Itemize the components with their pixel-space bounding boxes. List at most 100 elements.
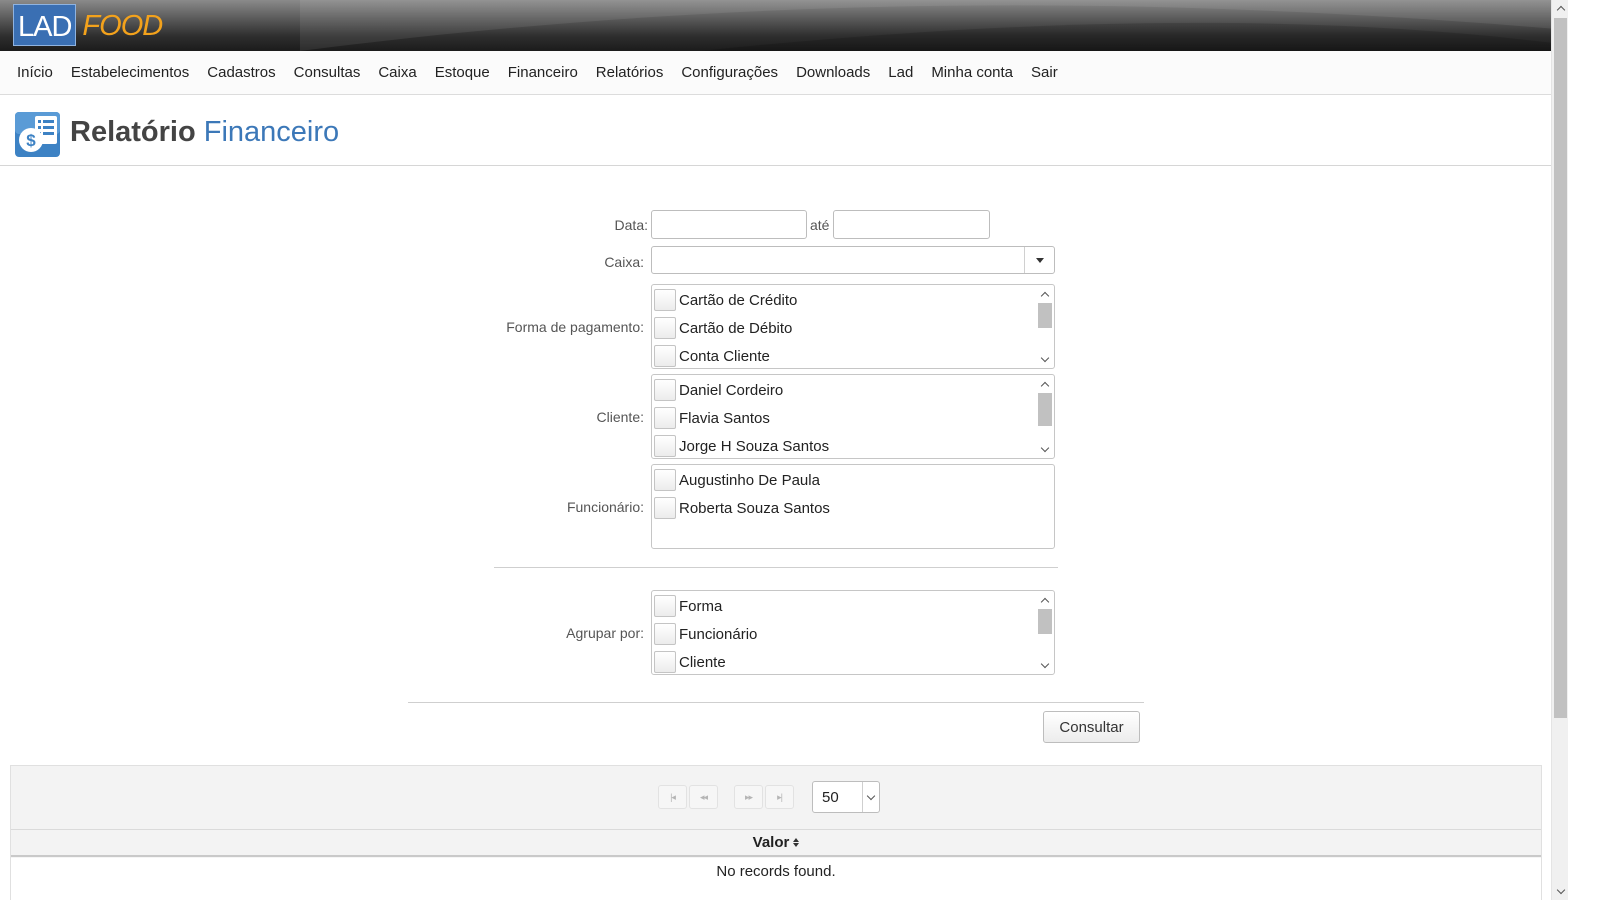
list-item[interactable]: Flavia Santos	[654, 406, 770, 430]
list-item[interactable]: Forma	[654, 594, 722, 618]
list-item[interactable]: Funcionário	[654, 622, 757, 646]
chevron-down-icon[interactable]	[1024, 247, 1054, 273]
sort-icon[interactable]	[793, 838, 800, 847]
agrupar-item-label: Cliente	[679, 653, 726, 671]
list-item[interactable]: Roberta Souza Santos	[654, 496, 830, 520]
menu-item-configuracoes[interactable]: Configurações	[672, 51, 787, 95]
checkbox[interactable]	[654, 435, 676, 457]
menu-item-consultas[interactable]: Consultas	[285, 51, 370, 95]
cliente-label: Cliente:	[596, 409, 644, 425]
menu-item-inicio[interactable]: Início	[8, 51, 62, 95]
checkbox[interactable]	[654, 497, 676, 519]
logo-lad: LAD	[13, 4, 77, 46]
prev-page-icon[interactable]: ◂◂	[689, 785, 718, 809]
rows-per-page-select[interactable]: 50	[812, 781, 880, 813]
scroll-down-icon[interactable]	[1037, 657, 1053, 673]
form-divider	[494, 567, 1058, 568]
scroll-down-icon[interactable]	[1037, 441, 1053, 457]
agrupar-item-label: Funcionário	[679, 625, 758, 643]
checkbox[interactable]	[654, 651, 676, 673]
forma-scrollbar[interactable]	[1037, 286, 1053, 367]
page-scrollbar[interactable]	[1551, 0, 1568, 900]
menu-item-cadastros[interactable]: Cadastros	[198, 51, 284, 95]
scroll-thumb[interactable]	[1038, 393, 1052, 426]
menu-item-minha-conta[interactable]: Minha conta	[922, 51, 1022, 95]
scroll-up-icon[interactable]	[1037, 286, 1053, 302]
cliente-listbox[interactable]: Daniel Cordeiro Flavia Santos Jorge H So…	[651, 374, 1055, 459]
menu-item-relatorios[interactable]: Relatórios	[587, 51, 673, 95]
money-report-icon: $	[15, 112, 60, 157]
scroll-down-icon[interactable]	[1552, 883, 1569, 900]
agrupar-listbox[interactable]: Forma Funcionário Cliente	[651, 590, 1055, 675]
checkbox[interactable]	[654, 595, 676, 617]
data-from-input[interactable]	[651, 210, 807, 239]
cliente-scrollbar[interactable]	[1037, 376, 1053, 457]
page-title-accent: Financeiro	[203, 116, 340, 148]
forma-item-label: Conta Cliente	[679, 347, 770, 365]
list-item[interactable]: Cartão de Débito	[654, 316, 792, 340]
column-header-valor[interactable]: Valor	[11, 829, 1541, 857]
consultar-button[interactable]: Consultar	[1043, 711, 1140, 743]
list-item[interactable]: Augustinho De Paula	[654, 468, 820, 492]
list-item[interactable]: Cartão de Crédito	[654, 288, 797, 312]
forma-listbox[interactable]: Cartão de Crédito Cartão de Débito Conta…	[651, 284, 1055, 369]
scroll-thumb[interactable]	[1038, 303, 1052, 328]
ate-label: até	[810, 217, 830, 233]
checkbox[interactable]	[654, 407, 676, 429]
next-page-icon[interactable]: ▸▸	[734, 785, 763, 809]
page-scroll-thumb[interactable]	[1554, 18, 1567, 718]
header-swoosh	[300, 0, 1568, 51]
checkbox[interactable]	[654, 317, 676, 339]
data-to-input[interactable]	[833, 210, 990, 239]
last-page-icon[interactable]: ▸|	[765, 785, 794, 809]
checkbox[interactable]	[654, 379, 676, 401]
scroll-up-icon[interactable]	[1037, 592, 1053, 608]
funcionario-item-label: Roberta Souza Santos	[679, 499, 830, 517]
menu-item-financeiro[interactable]: Financeiro	[499, 51, 587, 95]
menu-item-downloads[interactable]: Downloads	[787, 51, 879, 95]
agrupar-scrollbar[interactable]	[1037, 592, 1053, 673]
menu-item-estoque[interactable]: Estoque	[426, 51, 499, 95]
cliente-item-label: Flavia Santos	[679, 409, 770, 427]
forma-label: Forma de pagamento:	[506, 319, 644, 335]
checkbox[interactable]	[654, 469, 676, 491]
menu-item-caixa[interactable]: Caixa	[369, 51, 425, 95]
data-label: Data:	[614, 217, 648, 233]
cliente-item-label: Daniel Cordeiro	[679, 381, 784, 399]
list-item[interactable]: Cliente	[654, 650, 726, 674]
paginator: |◂ ◂◂ ▸▸ ▸| 50	[11, 766, 1541, 829]
logo-food: FOOD	[82, 10, 163, 42]
forma-item-label: Cartão de Crédito	[679, 291, 798, 309]
menu-item-lad[interactable]: Lad	[879, 51, 922, 95]
main-menu: Início Estabelecimentos Cadastros Consul…	[0, 51, 1568, 95]
column-header-label: Valor	[752, 834, 790, 851]
rows-per-page-value: 50	[822, 789, 839, 806]
list-item[interactable]: Conta Cliente	[654, 344, 770, 368]
list-item[interactable]: Daniel Cordeiro	[654, 378, 783, 402]
funcionario-item-label: Augustinho De Paula	[679, 471, 820, 489]
forma-item-label: Cartão de Débito	[679, 319, 793, 337]
funcionario-listbox[interactable]: Augustinho De Paula Roberta Souza Santos	[651, 464, 1055, 549]
scroll-up-icon[interactable]	[1552, 0, 1569, 17]
agrupar-item-label: Forma	[679, 597, 723, 615]
actions-divider	[408, 702, 1144, 703]
svg-text:$: $	[26, 131, 36, 150]
agrupar-label: Agrupar por:	[566, 625, 644, 641]
funcionario-label: Funcionário:	[566, 499, 644, 515]
caixa-select[interactable]	[651, 246, 1055, 274]
app-logo[interactable]: LAD FOOD	[13, 4, 166, 46]
menu-item-sair[interactable]: Sair	[1022, 51, 1067, 95]
page-title-main: Relatório	[70, 116, 196, 148]
caixa-label: Caixa:	[604, 254, 644, 270]
first-page-icon[interactable]: |◂	[658, 785, 687, 809]
scroll-thumb[interactable]	[1038, 609, 1052, 634]
page-title: Relatório Financeiro	[70, 116, 339, 149]
checkbox[interactable]	[654, 345, 676, 367]
checkbox[interactable]	[654, 289, 676, 311]
scroll-up-icon[interactable]	[1037, 376, 1053, 392]
chevron-down-icon[interactable]	[862, 782, 879, 812]
scroll-down-icon[interactable]	[1037, 351, 1053, 367]
menu-item-estabelecimentos[interactable]: Estabelecimentos	[62, 51, 198, 95]
checkbox[interactable]	[654, 623, 676, 645]
list-item[interactable]: Jorge H Souza Santos	[654, 434, 829, 458]
